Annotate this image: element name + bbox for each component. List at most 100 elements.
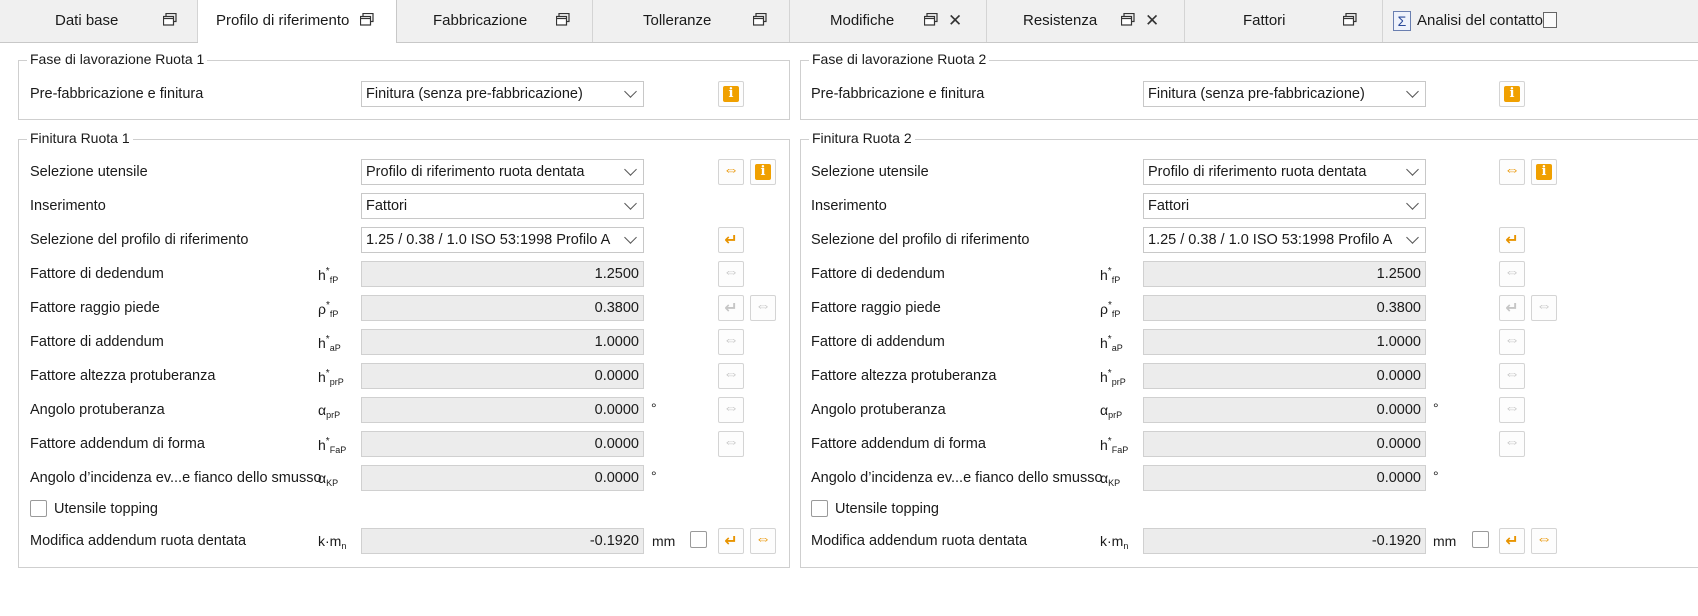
double-arrow-icon: ⇔ xyxy=(723,264,739,281)
tab-analisi-del-contatto[interactable]: Σ Analisi del contatto xyxy=(1383,0,1698,42)
tab-label: Resistenza xyxy=(1023,12,1098,29)
selected-value: Profilo di riferimento ruota dentata xyxy=(366,164,585,180)
inserimento-select[interactable]: Fattori xyxy=(1143,193,1426,219)
transfer-button[interactable]: ⇔ xyxy=(718,329,744,355)
angolo-protuberanza-symbol: αprP xyxy=(1100,402,1123,420)
detach-window-icon[interactable] xyxy=(1343,13,1357,26)
apply-button[interactable]: ↵ xyxy=(718,295,744,321)
tab-tolleranze[interactable]: Tolleranze xyxy=(593,0,790,42)
addendum-forma-field[interactable]: 0.0000 xyxy=(1143,431,1426,457)
transfer-button[interactable]: ⇔ xyxy=(750,295,776,321)
tab-label: Analisi del contatto xyxy=(1417,12,1543,29)
angolo-incidenza-field[interactable]: 0.0000 xyxy=(361,465,644,491)
apply-button[interactable]: ↵ xyxy=(1499,227,1525,253)
modifica-addendum-symbol: k·mn xyxy=(1100,533,1129,551)
angolo-protuberanza-field[interactable]: 0.0000 xyxy=(1143,397,1426,423)
close-icon[interactable]: ✕ xyxy=(948,11,962,31)
transfer-button[interactable]: ⇔ xyxy=(1531,528,1557,554)
tab-profilo-di-riferimento[interactable]: Profilo di riferimento xyxy=(198,0,397,43)
detach-window-icon[interactable] xyxy=(556,13,570,26)
double-arrow-icon: ⇔ xyxy=(1504,434,1520,451)
transfer-button[interactable]: ⇔ xyxy=(718,261,744,287)
modifica-addendum-checkbox[interactable] xyxy=(690,531,707,548)
inserimento-label: Inserimento xyxy=(30,198,106,214)
selezione-utensile-select[interactable]: Profilo di riferimento ruota dentata xyxy=(361,159,644,185)
transfer-button[interactable]: ⇔ xyxy=(1499,431,1525,457)
detach-window-icon[interactable] xyxy=(924,13,938,26)
transfer-button[interactable]: ⇔ xyxy=(750,528,776,554)
double-arrow-icon: ⇔ xyxy=(1504,162,1520,179)
addendum-field[interactable]: 1.0000 xyxy=(1143,329,1426,355)
utensile-topping-label: Utensile topping xyxy=(835,501,939,517)
double-arrow-icon: ⇔ xyxy=(1536,298,1552,315)
tab-fattori[interactable]: Fattori xyxy=(1185,0,1383,42)
tab-fabbricazione[interactable]: Fabbricazione xyxy=(397,0,593,42)
utensile-topping-checkbox[interactable] xyxy=(30,500,47,517)
transfer-button[interactable]: ⇔ xyxy=(718,397,744,423)
detach-window-icon[interactable] xyxy=(163,13,177,26)
selected-value: 1.25 / 0.38 / 1.0 ISO 53:1998 Profilo A xyxy=(1148,232,1393,248)
angolo-incidenza-label: Angolo d’incidenza ev...e fianco dello s… xyxy=(30,470,322,486)
transfer-button[interactable]: ⇔ xyxy=(1499,363,1525,389)
modifica-addendum-checkbox[interactable] xyxy=(1472,531,1489,548)
selected-value: Fattori xyxy=(366,198,408,214)
info-icon: i xyxy=(723,86,739,102)
pre-fabbricazione-select[interactable]: Finitura (senza pre-fabbricazione) xyxy=(1143,81,1426,107)
double-arrow-icon: ⇔ xyxy=(1536,531,1552,548)
transfer-button[interactable]: ⇔ xyxy=(718,363,744,389)
info-button[interactable]: i xyxy=(750,159,776,185)
info-button[interactable]: i xyxy=(1531,159,1557,185)
group-title: Fase di lavorazione Ruota 1 xyxy=(27,51,208,67)
utensile-topping-checkbox[interactable] xyxy=(811,500,828,517)
double-arrow-icon: ⇔ xyxy=(723,366,739,383)
apply-button[interactable]: ↵ xyxy=(718,227,744,253)
return-arrow-icon: ↵ xyxy=(1505,232,1519,249)
addendum-forma-label: Fattore addendum di forma xyxy=(30,436,205,452)
double-arrow-icon: ⇔ xyxy=(755,298,771,315)
info-button[interactable]: i xyxy=(1499,81,1525,107)
dedendum-field[interactable]: 1.2500 xyxy=(1143,261,1426,287)
apply-button[interactable]: ↵ xyxy=(1499,295,1525,321)
tab-modifiche[interactable]: Modifiche ✕ xyxy=(790,0,987,42)
pre-fabbricazione-select[interactable]: Finitura (senza pre-fabbricazione) xyxy=(361,81,644,107)
addendum-field[interactable]: 1.0000 xyxy=(361,329,644,355)
modifica-addendum-field[interactable]: -0.1920 xyxy=(1143,528,1426,554)
raggio-piede-field[interactable]: 0.3800 xyxy=(361,295,644,321)
addendum-forma-field[interactable]: 0.0000 xyxy=(361,431,644,457)
tab-label: Dati base xyxy=(55,12,119,29)
transfer-button[interactable]: ⇔ xyxy=(718,431,744,457)
detach-window-icon[interactable] xyxy=(753,13,767,26)
transfer-button[interactable]: ⇔ xyxy=(1531,295,1557,321)
selezione-profilo-select[interactable]: 1.25 / 0.38 / 1.0 ISO 53:1998 Profilo A xyxy=(1143,227,1426,253)
tab-resistenza[interactable]: Resistenza ✕ xyxy=(987,0,1185,42)
detach-window-icon[interactable] xyxy=(1543,12,1557,28)
apply-button[interactable]: ↵ xyxy=(718,528,744,554)
raggio-piede-field[interactable]: 0.3800 xyxy=(1143,295,1426,321)
dedendum-field[interactable]: 1.2500 xyxy=(361,261,644,287)
info-button[interactable]: i xyxy=(718,81,744,107)
transfer-button[interactable]: ⇔ xyxy=(718,159,744,185)
detach-window-icon[interactable] xyxy=(1121,13,1135,26)
tab-dati-base[interactable]: Dati base xyxy=(0,0,198,42)
altezza-protuberanza-field[interactable]: 0.0000 xyxy=(1143,363,1426,389)
angolo-protuberanza-field[interactable]: 0.0000 xyxy=(361,397,644,423)
addendum-symbol: h*aP xyxy=(1100,334,1123,353)
altezza-protuberanza-field[interactable]: 0.0000 xyxy=(361,363,644,389)
modifica-addendum-field[interactable]: -0.1920 xyxy=(361,528,644,554)
inserimento-select[interactable]: Fattori xyxy=(361,193,644,219)
apply-button[interactable]: ↵ xyxy=(1499,528,1525,554)
selezione-utensile-select[interactable]: Profilo di riferimento ruota dentata xyxy=(1143,159,1426,185)
detach-window-icon[interactable] xyxy=(360,13,374,26)
utensile-topping-label: Utensile topping xyxy=(54,501,158,517)
transfer-button[interactable]: ⇔ xyxy=(1499,159,1525,185)
close-icon[interactable]: ✕ xyxy=(1145,11,1159,31)
transfer-button[interactable]: ⇔ xyxy=(1499,261,1525,287)
transfer-button[interactable]: ⇔ xyxy=(1499,329,1525,355)
angolo-incidenza-field[interactable]: 0.0000 xyxy=(1143,465,1426,491)
double-arrow-icon: ⇔ xyxy=(723,400,739,417)
selezione-profilo-label: Selezione del profilo di riferimento xyxy=(30,232,249,248)
chevron-down-icon xyxy=(1406,163,1419,176)
tab-label: Profilo di riferimento xyxy=(216,12,350,29)
selezione-profilo-select[interactable]: 1.25 / 0.38 / 1.0 ISO 53:1998 Profilo A xyxy=(361,227,644,253)
transfer-button[interactable]: ⇔ xyxy=(1499,397,1525,423)
